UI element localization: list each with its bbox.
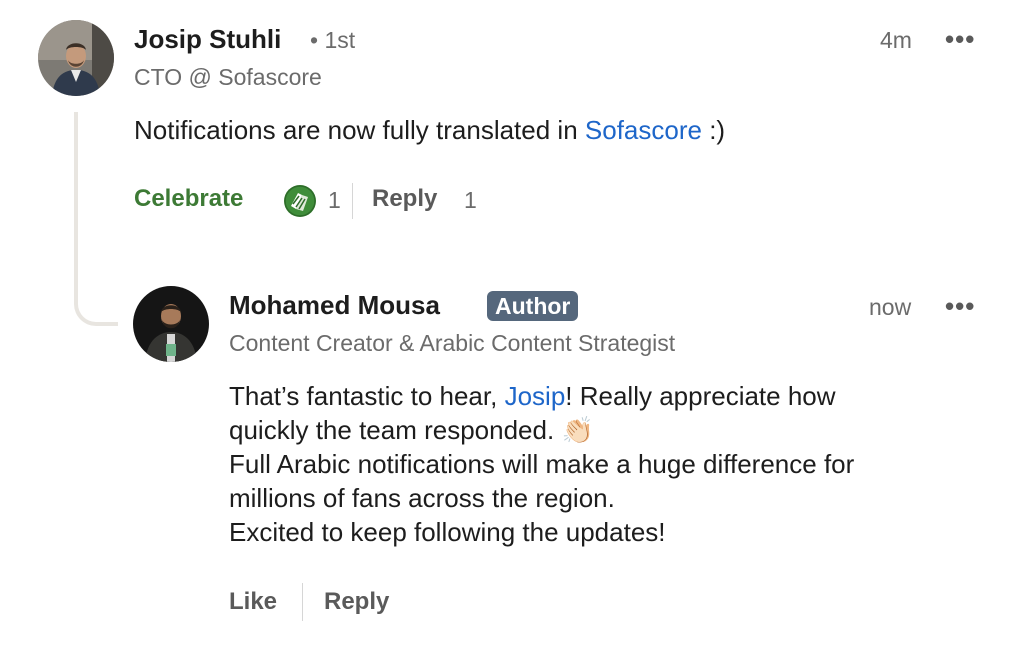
reply-text-line-5: Excited to keep following the updates! (229, 517, 666, 547)
reply-timestamp: now (869, 294, 912, 320)
thread-connector-line (74, 112, 118, 326)
comment-author-headline: CTO @ Sofascore (134, 64, 322, 90)
celebrate-hands-icon[interactable] (283, 184, 317, 218)
degree-separator: • (310, 27, 319, 53)
avatar-mohamed[interactable] (133, 286, 209, 362)
reply-author-name[interactable]: Mohamed Mousa (229, 290, 440, 321)
connection-degree: • 1st (310, 27, 355, 54)
reply-action-divider (302, 583, 303, 621)
reply-more-options-icon[interactable]: ••• (945, 291, 975, 322)
author-badge: Author (487, 291, 579, 321)
reply-line-1-prefix: That’s fantastic to hear, (229, 381, 505, 411)
reply-line-1-suffix: ! Really appreciate how (565, 381, 836, 411)
mention-sofascore[interactable]: Sofascore (585, 115, 702, 145)
celebrate-button[interactable]: Celebrate (134, 185, 243, 213)
avatar-josip[interactable] (38, 20, 114, 96)
reply-text-line-1: That’s fantastic to hear, Josip! Really … (229, 379, 854, 413)
reply-text-line-4: millions of fans across the region. (229, 483, 615, 513)
action-divider (352, 183, 353, 219)
reply-reply-button[interactable]: Reply (324, 588, 389, 616)
comment-text-prefix: Notifications are now fully translated i… (134, 115, 585, 145)
more-options-icon[interactable]: ••• (945, 24, 975, 55)
comment-text-suffix: :) (701, 115, 726, 145)
reply-text: That’s fantastic to hear, Josip! Really … (229, 379, 854, 549)
comment-text: Notifications are now fully translated i… (134, 113, 725, 147)
reaction-count[interactable]: 1 (328, 187, 341, 214)
mention-josip[interactable]: Josip (505, 381, 566, 411)
comment-author-name[interactable]: Josip Stuhli (134, 24, 281, 55)
comment-timestamp: 4m (880, 27, 912, 53)
like-button[interactable]: Like (229, 588, 277, 616)
reply-text-line-2: quickly the team responded. 👏🏻 (229, 413, 854, 447)
reply-button[interactable]: Reply (372, 185, 437, 213)
reply-count: 1 (464, 187, 477, 213)
degree-label: 1st (324, 27, 356, 53)
reply-author-headline: Content Creator & Arabic Content Strateg… (229, 330, 676, 356)
reply-line-2-text: quickly the team responded. (229, 415, 555, 445)
clapping-hands-icon: 👏🏻 (561, 415, 594, 445)
reply-text-line-3: Full Arabic notifications will make a hu… (229, 449, 855, 479)
